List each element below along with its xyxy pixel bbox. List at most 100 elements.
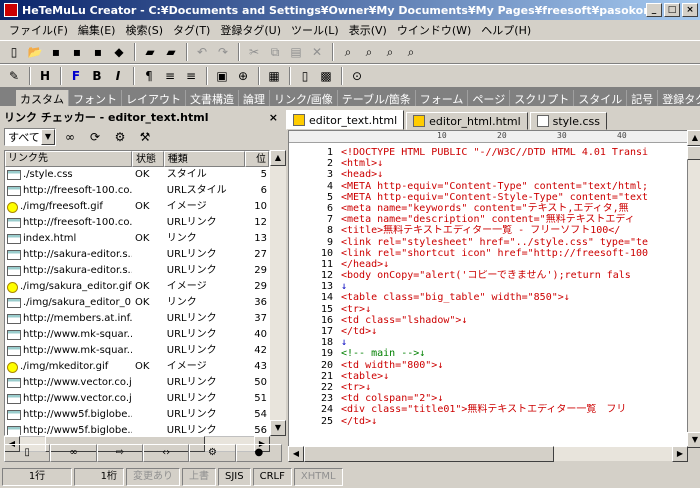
col-header-pos[interactable]: 位 bbox=[245, 151, 269, 167]
category-tab[interactable]: 文書構造 bbox=[186, 90, 239, 106]
filter-select[interactable]: すべて ▼ bbox=[4, 128, 56, 146]
category-tab[interactable]: ページ bbox=[468, 90, 511, 106]
editor-vscroll[interactable]: ▲ ▼ bbox=[687, 130, 700, 448]
open-folder-icon[interactable]: 📂 bbox=[25, 42, 45, 62]
folder-icon[interactable]: ▰ bbox=[140, 42, 160, 62]
italic-icon[interactable]: I bbox=[108, 66, 128, 86]
link-table-vscroll[interactable]: ▲ ▼ bbox=[270, 150, 286, 436]
gear-panel-icon[interactable]: ⚙ bbox=[189, 444, 236, 462]
delete-icon[interactable]: ✕ bbox=[307, 42, 327, 62]
font-icon[interactable]: F bbox=[66, 66, 86, 86]
category-tab[interactable]: フォント bbox=[69, 90, 122, 106]
table-row[interactable]: ./img/sakura_editor.gif OK イメージ 29 bbox=[5, 279, 269, 295]
bold-icon[interactable]: B bbox=[87, 66, 107, 86]
category-tab[interactable]: カスタム bbox=[16, 90, 69, 106]
folder-open-icon[interactable]: ▰ bbox=[161, 42, 181, 62]
menu-item[interactable]: ツール(L) bbox=[286, 22, 344, 38]
browser-preview-icon[interactable]: ◆ bbox=[109, 42, 129, 62]
find-next-icon[interactable]: ⌕ bbox=[359, 42, 379, 62]
table-row[interactable]: index.html OK リンク 13 bbox=[5, 231, 269, 247]
menu-item[interactable]: 検索(S) bbox=[120, 22, 168, 38]
link-panel-icon[interactable]: ∞ bbox=[50, 444, 97, 462]
category-tab[interactable]: フォーム bbox=[416, 90, 469, 106]
zoom-icon[interactable]: ⊙ bbox=[347, 66, 367, 86]
menu-item[interactable]: ファイル(F) bbox=[4, 22, 73, 38]
replace-icon[interactable]: ⌕ bbox=[401, 42, 421, 62]
panel-close-icon[interactable]: × bbox=[269, 111, 278, 124]
doc-panel-icon[interactable]: ▯ bbox=[4, 444, 51, 462]
link-icon[interactable]: ⊕ bbox=[233, 66, 253, 86]
category-tab[interactable]: テーブル/箇条 bbox=[338, 90, 416, 106]
menu-item[interactable]: ウインドウ(W) bbox=[392, 22, 476, 38]
save-all-icon[interactable]: ▪ bbox=[67, 42, 87, 62]
tab-editor-html[interactable]: editor_html.html bbox=[406, 112, 528, 130]
table-row[interactable]: http://members.at.inf... URLリンク 37 bbox=[5, 311, 269, 327]
table-row[interactable]: http://sakura-editor.s... URLリンク 29 bbox=[5, 263, 269, 279]
link-status: OK bbox=[135, 201, 150, 212]
table-row[interactable]: http://www5f.biglobe.... URLリンク 56 bbox=[5, 423, 269, 435]
table-row[interactable]: ./img/freesoft.gif OK イメージ 10 bbox=[5, 199, 269, 215]
category-tab[interactable]: スタイル bbox=[574, 90, 628, 106]
forward-panel-icon[interactable]: ⇨ bbox=[96, 444, 143, 462]
style-icon[interactable]: ✎ bbox=[4, 66, 24, 86]
image-icon[interactable]: ▣ bbox=[212, 66, 232, 86]
heading-icon[interactable]: H bbox=[35, 66, 55, 86]
circle-panel-icon[interactable]: ● bbox=[235, 444, 282, 462]
code-editor[interactable]: 10 20 30 40 1 <!DOCTYPE HTML PUBLIC "-//W… bbox=[288, 130, 688, 448]
align-center-icon[interactable]: ≡ bbox=[181, 66, 201, 86]
table-row[interactable]: http://www.mk-squar... URLリンク 40 bbox=[5, 327, 269, 343]
paste-icon[interactable]: ▤ bbox=[286, 42, 306, 62]
save-as-icon[interactable]: ▪ bbox=[88, 42, 108, 62]
save-icon[interactable]: ▪ bbox=[46, 42, 66, 62]
menu-item[interactable]: ヘルプ(H) bbox=[476, 22, 536, 38]
settings-icon[interactable]: ⚙ bbox=[110, 127, 130, 147]
table-row[interactable]: ./img/sakura_editor_0... OK リンク 36 bbox=[5, 295, 269, 311]
table-icon[interactable]: ▦ bbox=[264, 66, 284, 86]
table-row[interactable]: ./style.css OK スタイル 5 bbox=[5, 167, 269, 183]
form-icon[interactable]: ▯ bbox=[295, 66, 315, 86]
col-header-link[interactable]: リンク先 bbox=[5, 151, 132, 167]
tool-icon[interactable]: ⚒ bbox=[135, 127, 155, 147]
find-icon[interactable]: ⌕ bbox=[338, 42, 358, 62]
menu-item[interactable]: タグ(T) bbox=[168, 22, 215, 38]
table-row[interactable]: http://freesoft-100.co... URLリンク 12 bbox=[5, 215, 269, 231]
link-status: OK bbox=[135, 169, 150, 180]
table-row[interactable]: http://www.mk-squar... URLリンク 42 bbox=[5, 343, 269, 359]
table-row[interactable]: http://www.vector.co.j... URLリンク 51 bbox=[5, 391, 269, 407]
align-icon[interactable]: ≡ bbox=[160, 66, 180, 86]
copy-icon[interactable]: ⧉ bbox=[265, 42, 285, 62]
cut-icon[interactable]: ✂ bbox=[244, 42, 264, 62]
menu-item[interactable]: 表示(V) bbox=[344, 22, 392, 38]
tab-style-css[interactable]: style.css bbox=[529, 112, 608, 130]
new-file-icon[interactable]: ▯ bbox=[4, 42, 24, 62]
table-row[interactable]: ./img/mkeditor.gif OK イメージ 43 bbox=[5, 359, 269, 375]
minimize-button[interactable]: _ bbox=[646, 3, 662, 17]
color-icon[interactable]: ▩ bbox=[316, 66, 336, 86]
table-row[interactable]: http://www5f.biglobe.... URLリンク 54 bbox=[5, 407, 269, 423]
close-button[interactable]: × bbox=[682, 3, 698, 17]
category-tab[interactable]: 論理 bbox=[239, 90, 270, 106]
category-tab[interactable]: スクリプト bbox=[510, 90, 575, 106]
maximize-button[interactable]: □ bbox=[664, 3, 680, 17]
editor-hscroll[interactable]: ◀ ▶ bbox=[288, 446, 688, 462]
category-tab[interactable]: レイアウト bbox=[122, 90, 186, 106]
category-tab[interactable]: 登録タグ bbox=[658, 90, 700, 106]
check-links-icon[interactable]: ∞ bbox=[60, 127, 80, 147]
category-tab[interactable]: 記号 bbox=[627, 90, 659, 106]
col-header-status[interactable]: 状態 bbox=[132, 151, 164, 167]
menu-item[interactable]: 編集(E) bbox=[73, 22, 121, 38]
refresh-icon[interactable]: ⟳ bbox=[85, 127, 105, 147]
chevron-down-icon[interactable]: ▼ bbox=[41, 129, 55, 145]
category-tab[interactable]: リンク/画像 bbox=[270, 90, 338, 106]
table-row[interactable]: http://sakura-editor.s... URLリンク 27 bbox=[5, 247, 269, 263]
tag-panel-icon[interactable]: ‹› bbox=[142, 444, 190, 462]
tab-editor-text[interactable]: editor_text.html bbox=[286, 110, 405, 130]
table-row[interactable]: http://www.vector.co.j... URLリンク 50 bbox=[5, 375, 269, 391]
undo-icon[interactable]: ↶ bbox=[192, 42, 212, 62]
table-row[interactable]: http://freesoft-100.co... URLスタイル 6 bbox=[5, 183, 269, 199]
redo-icon[interactable]: ↷ bbox=[213, 42, 233, 62]
menu-item[interactable]: 登録タグ(U) bbox=[215, 22, 286, 38]
col-header-type[interactable]: 種類 bbox=[163, 151, 246, 167]
find-prev-icon[interactable]: ⌕ bbox=[380, 42, 400, 62]
paragraph-icon[interactable]: ¶ bbox=[139, 66, 159, 86]
